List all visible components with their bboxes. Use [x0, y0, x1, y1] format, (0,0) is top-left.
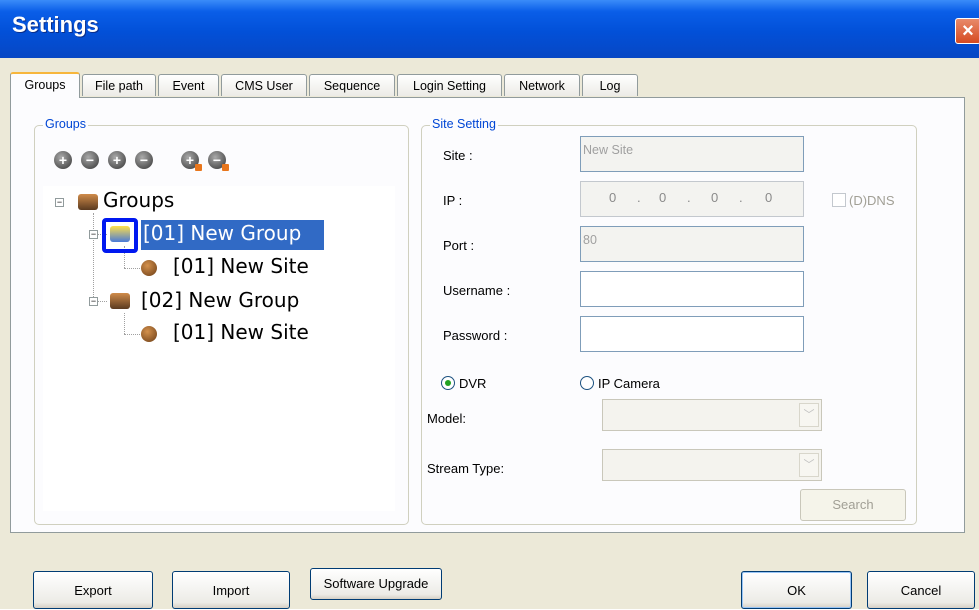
port-input[interactable]: 80: [580, 226, 804, 262]
remove-site-icon[interactable]: −: [135, 151, 153, 169]
tab-login-setting[interactable]: Login Setting: [397, 74, 502, 96]
remove-group-icon[interactable]: −: [81, 151, 99, 169]
add-group-icon[interactable]: +: [54, 151, 72, 169]
site-icon: [141, 326, 157, 342]
tree-connector: [124, 313, 125, 334]
ip-address-input[interactable]: 0 . 0 . 0 . 0: [580, 181, 804, 217]
ip-octet-3: 0: [711, 190, 719, 205]
tab-log[interactable]: Log: [582, 74, 638, 96]
stream-type-select[interactable]: ﹀: [602, 449, 822, 481]
settings-window: Settings × Groups File path Event CMS Us…: [0, 0, 979, 609]
chevron-down-icon: ﹀: [799, 453, 819, 477]
tab-sequence[interactable]: Sequence: [309, 74, 395, 96]
site-setting-groupbox: Site Setting Site : New Site IP : 0 . 0 …: [421, 117, 917, 525]
port-label: Port :: [443, 238, 475, 253]
export-site-icon[interactable]: −: [208, 151, 229, 171]
export-button[interactable]: Export: [33, 571, 153, 609]
ddns-label: (D)DNS: [849, 193, 895, 208]
import-button[interactable]: Import: [172, 571, 290, 609]
groups-groupbox: Groups + − + − + − − Groups − [01] New G…: [34, 117, 409, 525]
group2-icon: [110, 293, 130, 309]
ok-button[interactable]: OK: [741, 571, 852, 609]
group2-collapse-toggle[interactable]: −: [89, 297, 98, 306]
ip-dot: .: [739, 190, 743, 205]
groups-root-icon: [78, 194, 98, 210]
add-site-icon[interactable]: +: [108, 151, 126, 169]
chevron-down-icon: ﹀: [799, 403, 819, 427]
tree-group2-site-label[interactable]: [01] New Site: [173, 320, 309, 344]
annotation-highlight-box: [102, 218, 138, 253]
tree-group1-site-label[interactable]: [01] New Site: [173, 254, 309, 278]
tree-root-label[interactable]: Groups: [103, 188, 174, 212]
root-collapse-toggle[interactable]: −: [55, 198, 64, 207]
password-input[interactable]: [580, 316, 804, 352]
ddns-checkbox[interactable]: [832, 193, 846, 207]
import-site-icon[interactable]: +: [181, 151, 202, 171]
window-title: Settings: [12, 12, 99, 37]
groups-groupbox-title: Groups: [43, 117, 88, 131]
ip-octet-1: 0: [609, 190, 617, 205]
stream-type-label: Stream Type:: [427, 461, 505, 476]
site-icon: [141, 260, 157, 276]
close-icon[interactable]: ×: [955, 18, 979, 44]
site-name-input[interactable]: New Site: [580, 136, 804, 172]
ip-dot: .: [637, 190, 641, 205]
groups-tab-panel: Groups + − + − + − − Groups − [01] New G…: [10, 97, 965, 533]
tab-file-path[interactable]: File path: [82, 74, 156, 96]
title-bar: Settings ×: [0, 0, 979, 58]
ip-octet-2: 0: [659, 190, 667, 205]
site-setting-groupbox-title: Site Setting: [430, 117, 498, 131]
tab-event[interactable]: Event: [158, 74, 219, 96]
cancel-button[interactable]: Cancel: [867, 571, 975, 609]
site-label: Site :: [443, 148, 473, 163]
tree-group2-label[interactable]: [02] New Group: [141, 288, 299, 312]
tree-connector: [124, 268, 140, 269]
ip-dot: .: [687, 190, 691, 205]
group-tree[interactable]: − Groups − [01] New Group [01] New Site …: [43, 186, 395, 511]
username-label: Username :: [443, 283, 511, 298]
tab-groups[interactable]: Groups: [10, 72, 80, 98]
model-select[interactable]: ﹀: [602, 399, 822, 431]
dialog-body: Groups File path Event CMS User Sequence…: [0, 58, 979, 609]
tab-network[interactable]: Network: [504, 74, 580, 96]
ip-octet-4: 0: [765, 190, 773, 205]
ip-camera-radio[interactable]: [580, 376, 594, 390]
ip-camera-label: IP Camera: [598, 376, 660, 391]
group1-collapse-toggle[interactable]: −: [89, 230, 98, 239]
ip-label: IP :: [443, 193, 463, 208]
dvr-label: DVR: [459, 376, 487, 391]
tree-connector: [93, 213, 94, 301]
tree-connector: [124, 334, 140, 335]
model-label: Model:: [427, 411, 467, 426]
software-upgrade-button[interactable]: Software Upgrade: [310, 568, 442, 600]
username-input[interactable]: [580, 271, 804, 307]
tab-cms-user[interactable]: CMS User: [221, 74, 307, 96]
tree-group1-label[interactable]: [01] New Group: [143, 221, 301, 245]
search-button[interactable]: Search: [800, 489, 906, 521]
password-label: Password :: [443, 328, 508, 343]
dvr-radio[interactable]: [441, 376, 455, 390]
